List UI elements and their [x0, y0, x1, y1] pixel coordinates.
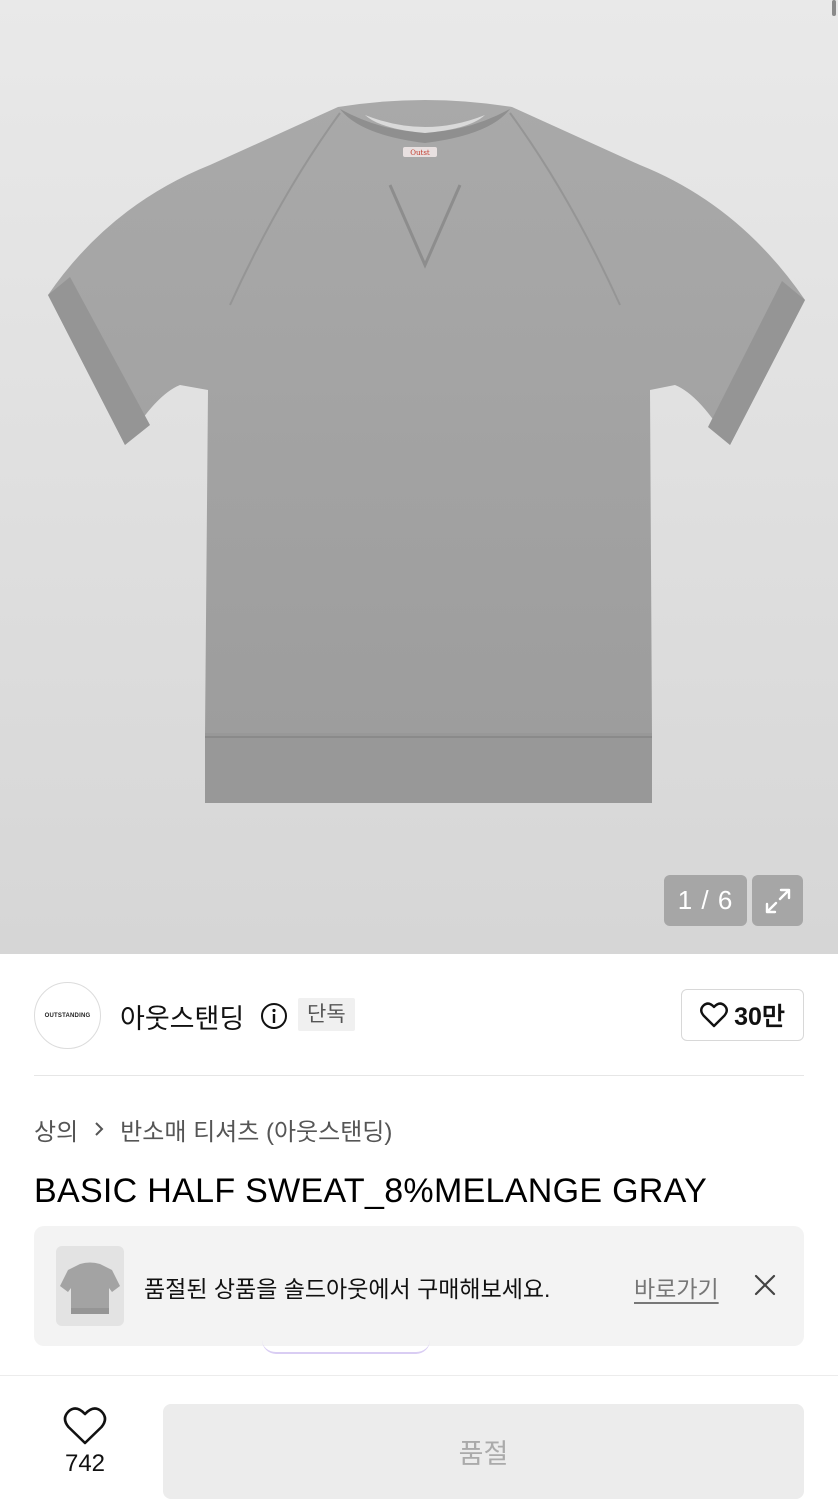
breadcrumb-item-category[interactable]: 상의: [34, 1112, 78, 1147]
hidden-element-outline: [262, 1336, 430, 1354]
exclusive-badge: 단독: [298, 998, 355, 1031]
breadcrumb: 상의 반소매 티셔츠 (아웃스탠딩): [34, 1112, 392, 1146]
heart-icon: [63, 1407, 107, 1445]
scroll-indicator: [832, 0, 836, 16]
wishlist-button[interactable]: 742: [40, 1406, 130, 1491]
expand-icon: [765, 888, 790, 913]
breadcrumb-item-subcategory[interactable]: 반소매 티셔츠 (아웃스탠딩): [120, 1112, 392, 1147]
chevron-right-icon: [90, 1117, 108, 1141]
go-to-soldout-link[interactable]: 바로가기: [634, 1270, 719, 1304]
brand-row: OUTSTANDING 아웃스탠딩 단독 30만: [34, 982, 804, 1049]
info-icon[interactable]: [260, 1002, 288, 1030]
svg-text:Outst: Outst: [410, 149, 430, 157]
close-icon[interactable]: [754, 1274, 776, 1296]
expand-image-button[interactable]: [752, 875, 803, 926]
soldout-button[interactable]: 품절: [163, 1404, 804, 1499]
image-counter: 1 / 6: [664, 875, 747, 926]
brand-like-button[interactable]: 30만: [681, 989, 804, 1041]
brand-name[interactable]: 아웃스탠딩: [120, 997, 244, 1036]
bottom-action-bar: 742 품절: [0, 1375, 838, 1500]
product-image-gallery[interactable]: Outst 1 / 6: [0, 0, 838, 954]
product-image: Outst: [48, 100, 805, 803]
product-title: BASIC HALF SWEAT_8%MELANGE GRAY: [34, 1172, 708, 1210]
brand-logo[interactable]: OUTSTANDING: [34, 982, 101, 1049]
heart-icon: [700, 1002, 729, 1028]
soldout-banner: 품절된 상품을 솔드아웃에서 구매해보세요. 바로가기: [34, 1226, 804, 1346]
divider: [34, 1075, 804, 1076]
wishlist-count: 742: [64, 1450, 106, 1477]
banner-product-thumbnail: [56, 1246, 124, 1326]
brand-like-count: 30만: [734, 1003, 785, 1031]
soldout-banner-text: 품절된 상품을 솔드아웃에서 구매해보세요.: [144, 1276, 551, 1302]
brand-logo-text: OUTSTANDING: [44, 1012, 91, 1019]
